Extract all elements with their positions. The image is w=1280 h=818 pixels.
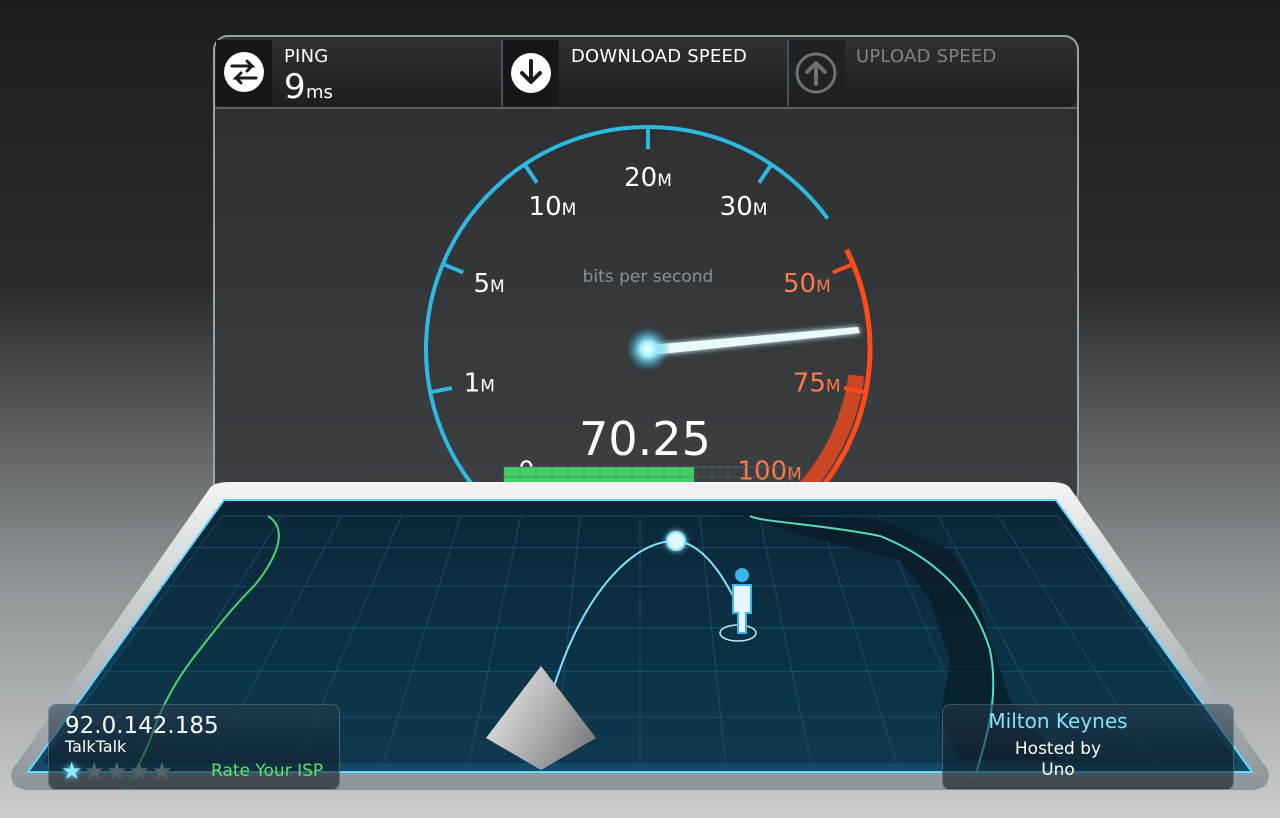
host-name: Uno bbox=[1041, 760, 1075, 780]
server-info-panel: Milton Keynes Hosted by Uno bbox=[942, 704, 1234, 790]
ping-label: PING bbox=[284, 46, 328, 67]
download-label: DOWNLOAD SPEED bbox=[571, 46, 747, 67]
client-info-panel: 92.0.142.185 TalkTalk ★★★★★ Rate Your IS… bbox=[48, 704, 340, 790]
gauge-hub bbox=[626, 327, 670, 371]
client-isp: TalkTalk bbox=[65, 737, 127, 756]
star-icon[interactable]: ★ bbox=[151, 757, 174, 785]
hosted-by-label: Hosted by bbox=[1014, 739, 1102, 759]
rate-isp-link[interactable]: Rate Your ISP bbox=[211, 761, 323, 781]
star-icon[interactable]: ★ bbox=[84, 757, 107, 785]
isp-rating-stars[interactable]: ★★★★★ bbox=[61, 757, 174, 785]
speed-reading: 70.25 bbox=[579, 412, 711, 466]
star-icon[interactable]: ★ bbox=[106, 757, 129, 785]
star-icon[interactable]: ★ bbox=[129, 757, 152, 785]
client-ip: 92.0.142.185 bbox=[65, 713, 219, 739]
speedtest-stage: PING 9 ms DOWNLOAD SPEED UPLOAD SPEED 01… bbox=[11, 35, 1269, 791]
gauge-unit-caption: bits per second bbox=[583, 267, 714, 287]
upload-label: UPLOAD SPEED bbox=[856, 46, 996, 67]
server-city[interactable]: Milton Keynes bbox=[943, 709, 1173, 733]
download-icon bbox=[511, 53, 551, 93]
ping-icon bbox=[224, 52, 264, 92]
ping-unit: ms bbox=[306, 82, 333, 103]
connection-point bbox=[666, 531, 686, 551]
star-icon[interactable]: ★ bbox=[61, 757, 84, 785]
ping-value: 9 bbox=[284, 67, 306, 107]
